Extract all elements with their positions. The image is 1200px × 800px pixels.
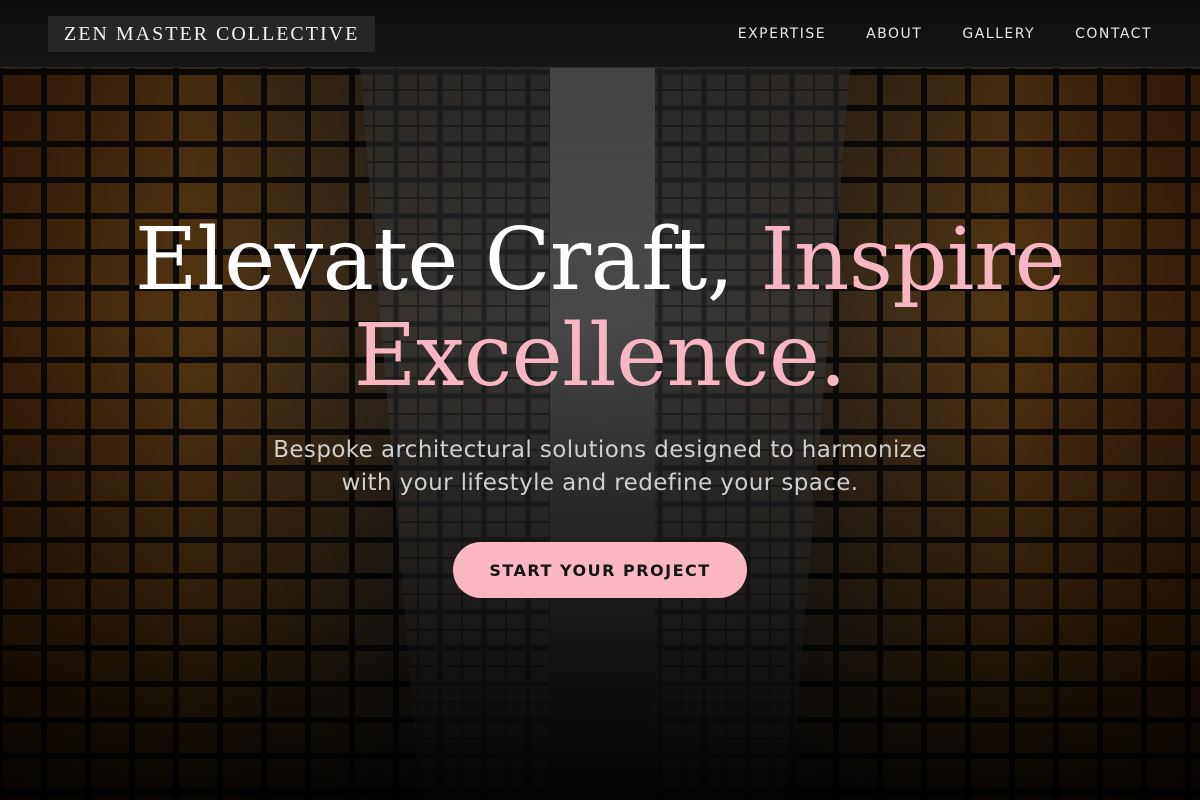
hero-subtitle: Bespoke architectural solutions designed… bbox=[273, 437, 927, 496]
start-project-button[interactable]: START YOUR PROJECT bbox=[453, 542, 747, 598]
hero-headline: Elevate Craft, Inspire Excellence. bbox=[134, 210, 1066, 406]
headline-accent-text-line2: Excellence. bbox=[353, 306, 847, 406]
nav-link-about[interactable]: ABOUT bbox=[866, 26, 922, 42]
nav-link-contact[interactable]: CONTACT bbox=[1075, 26, 1152, 42]
main-nav: EXPERTISE ABOUT GALLERY CONTACT bbox=[738, 26, 1152, 42]
headline-primary-text: Elevate Craft, bbox=[134, 210, 734, 310]
top-navigation-bar: ZEN MASTER COLLECTIVE EXPERTISE ABOUT GA… bbox=[0, 0, 1200, 68]
nav-link-expertise[interactable]: EXPERTISE bbox=[738, 26, 826, 42]
hero-section: Elevate Craft, Inspire Excellence. Bespo… bbox=[0, 68, 1200, 800]
headline-accent-text: Inspire bbox=[760, 210, 1066, 310]
nav-link-gallery[interactable]: GALLERY bbox=[962, 26, 1035, 42]
brand-logo[interactable]: ZEN MASTER COLLECTIVE bbox=[48, 15, 376, 52]
